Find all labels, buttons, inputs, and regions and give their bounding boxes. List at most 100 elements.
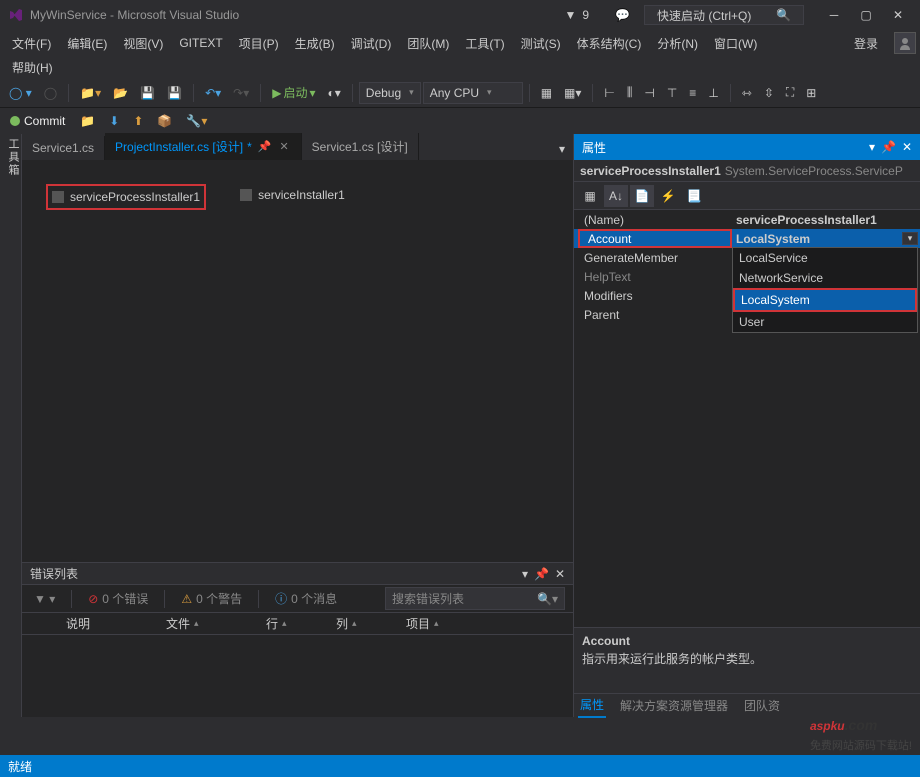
- git-folder-icon[interactable]: 📁: [75, 111, 100, 131]
- component-serviceprocessinstaller[interactable]: serviceProcessInstaller1: [46, 184, 206, 210]
- panel-menu-icon[interactable]: ▾: [869, 140, 875, 154]
- dd-item-networkservice[interactable]: NetworkService: [733, 268, 917, 288]
- align-bot-icon[interactable]: ⊥: [703, 83, 723, 103]
- dd-item-user[interactable]: User: [733, 312, 917, 332]
- menu-edit[interactable]: 编辑(E): [59, 31, 115, 56]
- browser-refresh-button[interactable]: ◐▾: [323, 83, 346, 103]
- dropdown-button[interactable]: ▾: [902, 232, 918, 245]
- align-left-icon[interactable]: ⊢: [599, 83, 619, 103]
- git-pull-icon[interactable]: ⬇: [104, 111, 124, 131]
- prop-row-account[interactable]: Account LocalSystem ▾: [574, 229, 920, 248]
- close-tab-icon[interactable]: ✕: [277, 140, 290, 153]
- menu-view[interactable]: 视图(V): [115, 31, 171, 56]
- col-desc[interactable]: 说明: [56, 612, 156, 635]
- menu-tools[interactable]: 工具(T): [457, 31, 512, 56]
- save-button[interactable]: 💾: [135, 83, 160, 103]
- align-top-icon[interactable]: ⊤: [662, 83, 682, 103]
- tab-solution-explorer[interactable]: 解决方案资源管理器: [618, 694, 730, 717]
- prop-pages-button[interactable]: 📃: [682, 185, 706, 207]
- size-icon[interactable]: ⛶: [781, 82, 799, 103]
- tab-projectinstaller-design[interactable]: ProjectInstaller.cs [设计]*📌✕: [105, 133, 302, 160]
- redo-button[interactable]: ↷▾: [228, 83, 254, 103]
- col-line[interactable]: 行▴: [256, 612, 326, 635]
- toolbox-tab[interactable]: 工具箱: [0, 134, 22, 717]
- warnings-filter[interactable]: ⚠0 个警告: [177, 588, 246, 609]
- align-mid-icon[interactable]: ≡: [684, 83, 701, 103]
- git-settings-icon[interactable]: 🔧▾: [181, 111, 212, 131]
- align-right-icon[interactable]: ⊣: [639, 83, 659, 103]
- menu-gitext[interactable]: GITEXT: [171, 32, 230, 54]
- git-stash-icon[interactable]: 📦: [152, 111, 177, 131]
- menu-project[interactable]: 项目(P): [231, 31, 287, 56]
- nav-fwd-button[interactable]: ◯: [39, 83, 62, 103]
- messages-filter[interactable]: ⓘ0 个消息: [271, 588, 341, 609]
- designer-surface[interactable]: serviceProcessInstaller1 serviceInstalle…: [22, 160, 573, 562]
- quick-launch-input[interactable]: 快速启动 (Ctrl+Q) 🔍: [644, 5, 804, 25]
- git-push-icon[interactable]: ⬆: [128, 111, 148, 131]
- categorized-button[interactable]: ▦: [578, 185, 602, 207]
- minimize-button[interactable]: ─: [820, 5, 848, 25]
- vspace-icon[interactable]: ⇳: [759, 83, 779, 103]
- menu-debug[interactable]: 调试(D): [343, 31, 400, 56]
- col-proj[interactable]: 项目▴: [396, 612, 486, 635]
- component-serviceinstaller[interactable]: serviceInstaller1: [236, 184, 349, 206]
- tab-service1-design[interactable]: Service1.cs [设计]: [302, 133, 419, 160]
- pin-icon[interactable]: 📌: [534, 567, 549, 581]
- menu-test[interactable]: 测试(S): [513, 31, 569, 56]
- save-all-button[interactable]: 💾: [162, 83, 187, 103]
- prop-row-name[interactable]: (Name) serviceProcessInstaller1: [574, 210, 920, 229]
- dd-item-localsystem[interactable]: LocalSystem: [733, 288, 917, 312]
- pin-icon[interactable]: 📌: [256, 140, 274, 153]
- tabs-overflow-button[interactable]: ▾: [551, 138, 573, 160]
- error-search-input[interactable]: 搜索错误列表🔍▾: [385, 587, 565, 610]
- commit-button[interactable]: Commit: [4, 112, 71, 130]
- alphabetical-button[interactable]: A↓: [604, 185, 628, 207]
- close-panel-icon[interactable]: ✕: [902, 140, 912, 154]
- new-project-button[interactable]: 📁▾: [75, 83, 106, 103]
- document-tabs: Service1.cs ProjectInstaller.cs [设计]*📌✕ …: [22, 134, 573, 160]
- tab-service1-cs[interactable]: Service1.cs: [22, 136, 105, 160]
- menu-team[interactable]: 团队(M): [399, 31, 457, 56]
- align-center-icon[interactable]: ⫼: [622, 82, 638, 103]
- layout-btn2[interactable]: ▦▾: [559, 83, 586, 103]
- properties-title: 属性: [582, 139, 606, 156]
- tab-team-explorer[interactable]: 团队资: [742, 694, 782, 717]
- properties-button[interactable]: 📄: [630, 185, 654, 207]
- col-col[interactable]: 列▴: [326, 612, 396, 635]
- events-button[interactable]: ⚡: [656, 185, 680, 207]
- error-list-panel: 错误列表 ▾ 📌 ✕ ▼ ▾ ⊘0 个错误 ⚠0 个警告 ⓘ0 个消息 搜索错误…: [22, 562, 573, 717]
- layout-btn1[interactable]: ▦: [536, 83, 557, 103]
- config-dropdown[interactable]: Debug▾: [359, 82, 421, 104]
- panel-menu-icon[interactable]: ▾: [522, 567, 528, 581]
- menu-build[interactable]: 生成(B): [287, 31, 343, 56]
- nav-back-button[interactable]: ◯ ▾: [4, 83, 37, 103]
- start-debug-button[interactable]: ▶ 启动 ▾: [267, 81, 320, 104]
- menu-analyze[interactable]: 分析(N): [649, 31, 706, 56]
- pin-icon[interactable]: 📌: [881, 140, 896, 154]
- dd-item-localservice[interactable]: LocalService: [733, 248, 917, 268]
- grid-icon[interactable]: ⊞: [801, 83, 821, 103]
- col-file[interactable]: 文件▴: [156, 612, 256, 635]
- notification-flag[interactable]: ▼9: [558, 6, 601, 24]
- feedback-icon[interactable]: 💬: [609, 6, 636, 24]
- col-icon[interactable]: [26, 621, 56, 627]
- login-button[interactable]: 登录: [844, 31, 888, 56]
- close-panel-icon[interactable]: ✕: [555, 567, 565, 581]
- menu-window[interactable]: 窗口(W): [706, 31, 765, 56]
- filter-button[interactable]: ▼ ▾: [30, 590, 59, 608]
- menu-help[interactable]: 帮助(H): [12, 59, 53, 76]
- account-dropdown: LocalService NetworkService LocalSystem …: [732, 247, 918, 333]
- menu-file[interactable]: 文件(F): [4, 31, 59, 56]
- menu-arch[interactable]: 体系结构(C): [569, 31, 650, 56]
- close-button[interactable]: ✕: [884, 5, 912, 25]
- title-bar: MyWinService - Microsoft Visual Studio ▼…: [0, 0, 920, 30]
- open-file-button[interactable]: 📂: [108, 83, 133, 103]
- platform-dropdown[interactable]: Any CPU▾: [423, 82, 523, 104]
- user-avatar-icon[interactable]: [894, 32, 916, 54]
- tab-properties[interactable]: 属性: [578, 693, 606, 718]
- maximize-button[interactable]: ▢: [852, 5, 880, 25]
- hspace-icon[interactable]: ⇿: [737, 83, 757, 103]
- undo-button[interactable]: ↶▾: [200, 83, 226, 103]
- object-selector[interactable]: serviceProcessInstaller1 System.ServiceP…: [574, 160, 920, 182]
- errors-filter[interactable]: ⊘0 个错误: [84, 588, 152, 609]
